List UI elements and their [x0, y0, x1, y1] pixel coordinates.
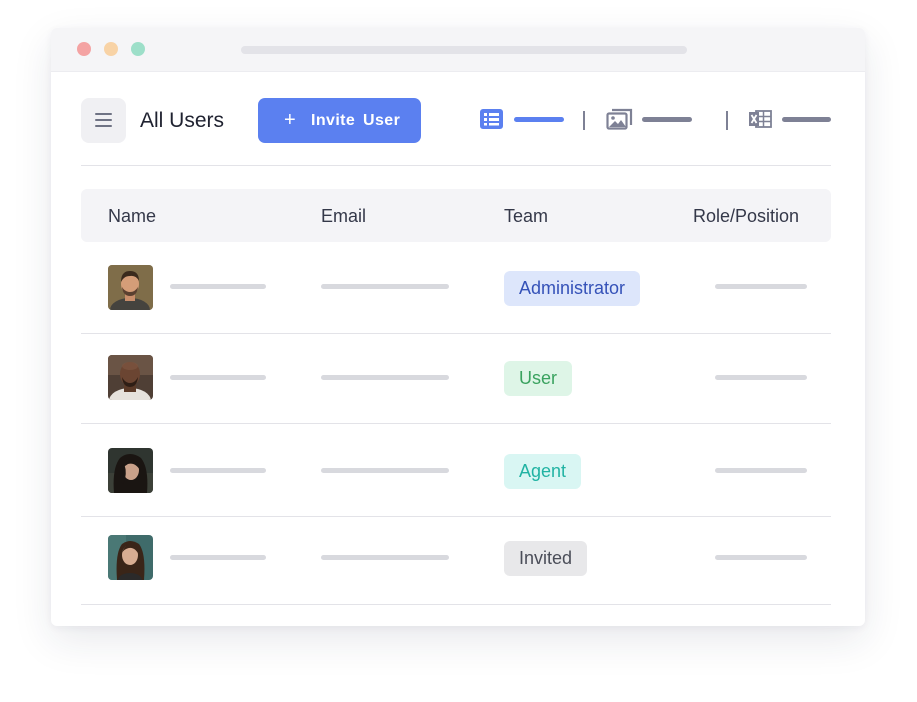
maximize-window-button[interactable] [131, 42, 145, 56]
view-divider [583, 111, 585, 130]
browser-window: All Users + Invite User Name Email Team … [51, 28, 865, 626]
table-row[interactable]: Agent [81, 424, 831, 517]
avatar [108, 355, 153, 400]
table-header: Name Email Team Role/Position [81, 189, 831, 242]
email-placeholder [321, 468, 449, 473]
list-view-label-placeholder [514, 117, 564, 122]
gallery-view-label-placeholder [642, 117, 692, 122]
table-row[interactable]: User [81, 334, 831, 424]
address-bar[interactable] [241, 46, 687, 54]
column-header-role[interactable]: Role/Position [693, 206, 799, 226]
role-placeholder [715, 468, 807, 473]
avatar [108, 448, 153, 493]
toolbar-divider [81, 165, 831, 166]
avatar [108, 535, 153, 580]
excel-export-icon [749, 110, 772, 128]
table-row[interactable]: Administrator [81, 243, 831, 334]
invite-user-button[interactable]: + Invite User [258, 98, 421, 143]
list-view-icon [480, 109, 503, 129]
column-header-email[interactable]: Email [321, 206, 366, 226]
email-placeholder [321, 555, 449, 560]
role-placeholder [715, 555, 807, 560]
name-placeholder [170, 555, 266, 560]
invite-user-label: Invite User [311, 112, 401, 129]
role-placeholder [715, 375, 807, 380]
email-placeholder [321, 375, 449, 380]
close-window-button[interactable] [77, 42, 91, 56]
column-header-name[interactable]: Name [108, 206, 156, 226]
avatar [108, 265, 153, 310]
users-toolbar: All Users + Invite User [81, 98, 831, 144]
team-badge: Agent [504, 454, 582, 489]
team-badge: Administrator [504, 271, 641, 306]
name-placeholder [170, 468, 266, 473]
team-badge: User [504, 361, 573, 396]
row-divider [81, 604, 831, 605]
minimize-window-button[interactable] [104, 42, 118, 56]
page-title: All Users [140, 109, 225, 132]
role-placeholder [715, 284, 807, 289]
team-badge: Invited [504, 541, 588, 576]
name-placeholder [170, 375, 266, 380]
window-titlebar [51, 28, 865, 72]
name-placeholder [170, 284, 266, 289]
excel-view-label-placeholder [782, 117, 831, 122]
menu-button[interactable] [81, 98, 126, 143]
table-row[interactable]: Invited [81, 517, 831, 605]
column-header-team[interactable]: Team [504, 206, 548, 226]
gallery-view-icon [606, 108, 633, 130]
view-divider [726, 111, 728, 130]
plus-icon: + [284, 109, 297, 131]
email-placeholder [321, 284, 449, 289]
